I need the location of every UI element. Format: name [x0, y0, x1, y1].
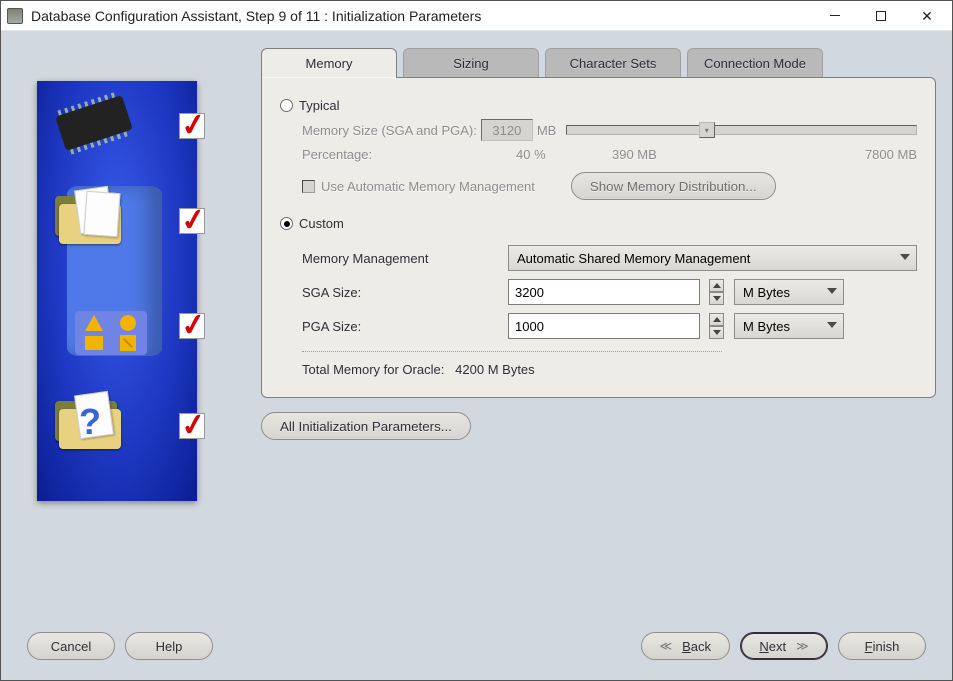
- checkbox-amm: [302, 180, 315, 193]
- chevron-right-icon: ≫: [796, 639, 809, 653]
- close-icon: ✕: [921, 9, 933, 23]
- chevron-down-icon: [900, 254, 910, 260]
- memory-size-field: 3120: [481, 119, 533, 141]
- show-memory-distribution-button[interactable]: Show Memory Distribution...: [571, 172, 776, 200]
- label-sga-size: SGA Size:: [302, 285, 492, 300]
- tab-memory[interactable]: Memory: [261, 48, 397, 78]
- finish-button-mnemonic: F: [865, 639, 873, 654]
- maximize-button[interactable]: [858, 2, 904, 30]
- label-total-memory: Total Memory for Oracle:: [302, 362, 444, 377]
- back-button-rest: ack: [691, 639, 711, 654]
- tab-sizing[interactable]: Sizing: [403, 48, 539, 78]
- minimize-icon: [830, 15, 840, 16]
- chevron-down-icon: [827, 322, 837, 328]
- back-button[interactable]: ≪ Back: [641, 632, 730, 660]
- label-percentage: Percentage:: [302, 147, 516, 162]
- radio-custom[interactable]: [280, 217, 293, 230]
- pga-spin-down[interactable]: [709, 326, 724, 339]
- slider-max-label: 7800 MB: [865, 147, 917, 162]
- pga-size-input[interactable]: [508, 313, 700, 339]
- minimize-button[interactable]: [812, 2, 858, 30]
- select-pga-unit[interactable]: M Bytes: [734, 313, 844, 339]
- label-memory-management: Memory Management: [302, 251, 492, 266]
- sga-spin-down[interactable]: [709, 292, 724, 305]
- sga-spin-up[interactable]: [709, 279, 724, 292]
- checkmark-icon: [179, 413, 205, 439]
- tab-panel-memory: Typical Memory Size (SGA and PGA): 3120 …: [261, 77, 936, 398]
- main-row: ? Memory Sizing Character Sets Connectio…: [9, 39, 944, 624]
- cancel-button[interactable]: Cancel: [27, 632, 115, 660]
- select-pga-unit-value: M Bytes: [743, 319, 790, 334]
- pga-spin-up[interactable]: [709, 313, 724, 326]
- slider-min-label: 390 MB: [612, 147, 657, 162]
- tab-character-sets[interactable]: Character Sets: [545, 48, 681, 78]
- document-icon: [84, 191, 121, 237]
- select-sga-unit-value: M Bytes: [743, 285, 790, 300]
- shapes-icon: [75, 311, 147, 355]
- question-icon: ?: [79, 401, 101, 443]
- sga-size-input[interactable]: [508, 279, 700, 305]
- help-button[interactable]: Help: [125, 632, 213, 660]
- titlebar: Database Configuration Assistant, Step 9…: [1, 1, 952, 31]
- label-memory-size: Memory Size (SGA and PGA):: [302, 123, 477, 138]
- divider: [302, 351, 722, 352]
- app-icon: [7, 8, 23, 24]
- checkmark-icon: [179, 208, 205, 234]
- select-sga-unit[interactable]: M Bytes: [734, 279, 844, 305]
- wizard-illustration: ?: [37, 81, 197, 501]
- back-button-mnemonic: B: [682, 639, 691, 654]
- value-total-memory: 4200 M Bytes: [455, 362, 535, 377]
- memory-percent-slider: ▾: [566, 125, 917, 135]
- all-init-params-button[interactable]: All Initialization Parameters...: [261, 412, 471, 440]
- close-button[interactable]: ✕: [904, 2, 950, 30]
- tab-connection-mode[interactable]: Connection Mode: [687, 48, 823, 78]
- value-percentage: 40 %: [516, 147, 612, 162]
- sga-size-spinner[interactable]: [709, 279, 724, 305]
- select-memory-management-value: Automatic Shared Memory Management: [517, 251, 750, 266]
- checkmark-icon: [179, 313, 205, 339]
- window-root: Database Configuration Assistant, Step 9…: [0, 0, 953, 681]
- label-memory-size-unit: MB: [537, 123, 557, 138]
- finish-button-rest: inish: [873, 639, 900, 654]
- chevron-down-icon: [827, 288, 837, 294]
- tabbar: Memory Sizing Character Sets Connection …: [261, 47, 936, 77]
- next-button-mnemonic: N: [759, 639, 768, 654]
- label-pga-size: PGA Size:: [302, 319, 492, 334]
- slider-thumb-icon: ▾: [699, 122, 715, 138]
- chip-icon: [55, 95, 133, 151]
- finish-button[interactable]: Finish: [838, 632, 926, 660]
- label-typical: Typical: [299, 98, 339, 113]
- tabset: Memory Sizing Character Sets Connection …: [261, 47, 936, 440]
- pga-size-spinner[interactable]: [709, 313, 724, 339]
- select-memory-management[interactable]: Automatic Shared Memory Management: [508, 245, 917, 271]
- client-area: ? Memory Sizing Character Sets Connectio…: [1, 31, 952, 680]
- next-button-rest: ext: [769, 639, 786, 654]
- next-button[interactable]: Next ≫: [740, 632, 828, 660]
- chevron-left-icon: ≪: [660, 639, 673, 653]
- wizard-side-pane: ?: [17, 47, 217, 501]
- maximize-icon: [876, 11, 886, 21]
- label-custom: Custom: [299, 216, 344, 231]
- window-title: Database Configuration Assistant, Step 9…: [31, 8, 812, 24]
- checkmark-icon: [179, 113, 205, 139]
- label-amm: Use Automatic Memory Management: [321, 179, 535, 194]
- wizard-footer: Cancel Help ≪ Back Next ≫ Finish: [9, 624, 944, 672]
- radio-typical[interactable]: [280, 99, 293, 112]
